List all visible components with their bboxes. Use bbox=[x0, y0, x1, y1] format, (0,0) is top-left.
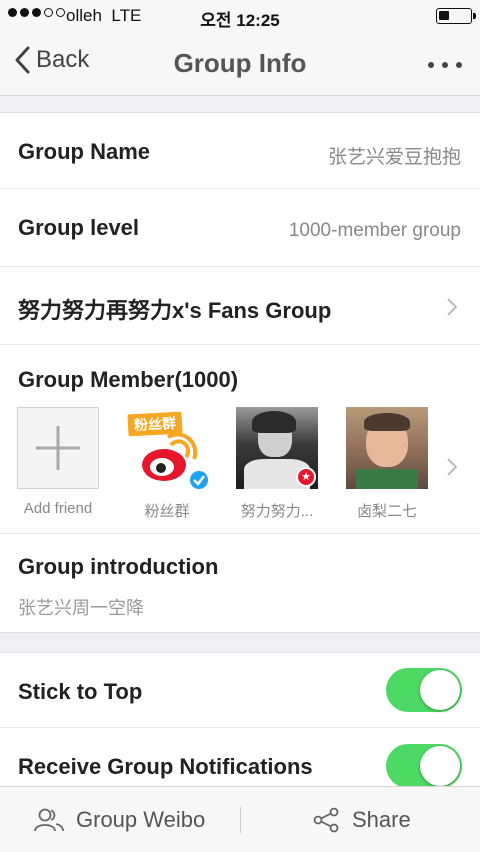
group-introduction-row[interactable]: Group introduction 张艺兴周一空降 bbox=[0, 534, 480, 634]
settings-card: Stick to Top Receive Group Notifications bbox=[0, 652, 480, 802]
status-time: 오전 12:25 bbox=[200, 11, 280, 30]
member-name: 卤梨二七 bbox=[356, 503, 417, 520]
avatar-shirt-shape bbox=[356, 469, 418, 489]
weibo-fans-group-avatar: 粉丝群 bbox=[126, 407, 210, 491]
page-title: Group Info bbox=[173, 48, 307, 78]
group-level-row[interactable]: Group level 1000-member group bbox=[0, 189, 480, 267]
share-label: Share bbox=[352, 807, 411, 832]
battery-level-fill bbox=[439, 11, 449, 20]
group-name-label: Group Name bbox=[18, 139, 151, 164]
toggle-knob bbox=[420, 746, 460, 786]
avatar-hair-shape bbox=[252, 411, 296, 433]
people-icon bbox=[34, 808, 64, 832]
share-button[interactable]: Share bbox=[312, 787, 411, 852]
member-tile[interactable]: 卤梨二七 bbox=[337, 407, 437, 521]
add-friend-button[interactable]: Add friend bbox=[8, 407, 108, 517]
bottom-bar-divider bbox=[240, 807, 241, 833]
member-avatar: ★ bbox=[236, 407, 318, 489]
status-bar: olleh LTE 오전 12:25 bbox=[0, 0, 480, 32]
notifications-toggle[interactable] bbox=[386, 744, 462, 788]
more-options-button[interactable] bbox=[428, 62, 462, 68]
add-friend-label: Add friend bbox=[23, 500, 93, 517]
plus-icon bbox=[36, 426, 80, 470]
group-weibo-label: Group Weibo bbox=[76, 807, 206, 832]
add-member-tile bbox=[17, 407, 99, 489]
stick-to-top-toggle[interactable] bbox=[386, 668, 462, 712]
notifications-label: Receive Group Notifications bbox=[18, 754, 313, 779]
group-level-value: 1000-member group bbox=[288, 220, 461, 241]
stick-to-top-row: Stick to Top bbox=[0, 653, 480, 728]
share-icon bbox=[313, 807, 339, 833]
avatar-hair-shape bbox=[364, 413, 410, 431]
group-level-label: Group level bbox=[18, 215, 140, 240]
navigation-bar: Back Group Info bbox=[0, 32, 480, 96]
chevron-right-icon bbox=[447, 298, 458, 316]
member-tile[interactable]: ★ 努力努力... bbox=[227, 407, 327, 521]
member-avatar bbox=[346, 407, 428, 489]
group-introduction-value: 张艺兴周一空降 bbox=[18, 598, 144, 618]
member-badge-icon: ★ bbox=[296, 467, 316, 487]
member-tile[interactable]: 粉丝群 粉丝群 bbox=[117, 407, 217, 521]
group-weibo-button[interactable]: Group Weibo bbox=[34, 787, 205, 852]
fans-group-row[interactable]: 努力努力再努力x's Fans Group bbox=[0, 267, 480, 345]
fans-group-label: 努力努力再努力x's Fans Group bbox=[18, 298, 332, 323]
ellipsis-icon bbox=[428, 62, 434, 68]
group-info-card: Group Name 张艺兴爱豆抱抱 Group level 1000-memb… bbox=[0, 112, 480, 633]
toggle-knob bbox=[420, 670, 460, 710]
fans-group-badge: 粉丝群 bbox=[127, 411, 183, 437]
group-introduction-label: Group introduction bbox=[18, 554, 219, 579]
chevron-right-icon[interactable] bbox=[446, 457, 458, 477]
group-name-row[interactable]: Group Name 张艺兴爱豆抱抱 bbox=[0, 113, 480, 189]
bottom-action-bar: Group Weibo Share bbox=[0, 786, 480, 852]
member-name: 努力努力... bbox=[240, 503, 314, 520]
member-name: 粉丝群 bbox=[144, 503, 190, 520]
group-members-section: Group Member(1000) Add friend 粉丝群 粉丝群 ★ … bbox=[0, 345, 480, 534]
battery-icon bbox=[436, 8, 476, 24]
group-members-title: Group Member(1000) bbox=[18, 367, 239, 392]
group-name-value: 张艺兴爱豆抱抱 bbox=[327, 147, 461, 168]
verified-badge-icon bbox=[188, 469, 210, 491]
stick-to-top-label: Stick to Top bbox=[18, 679, 143, 704]
